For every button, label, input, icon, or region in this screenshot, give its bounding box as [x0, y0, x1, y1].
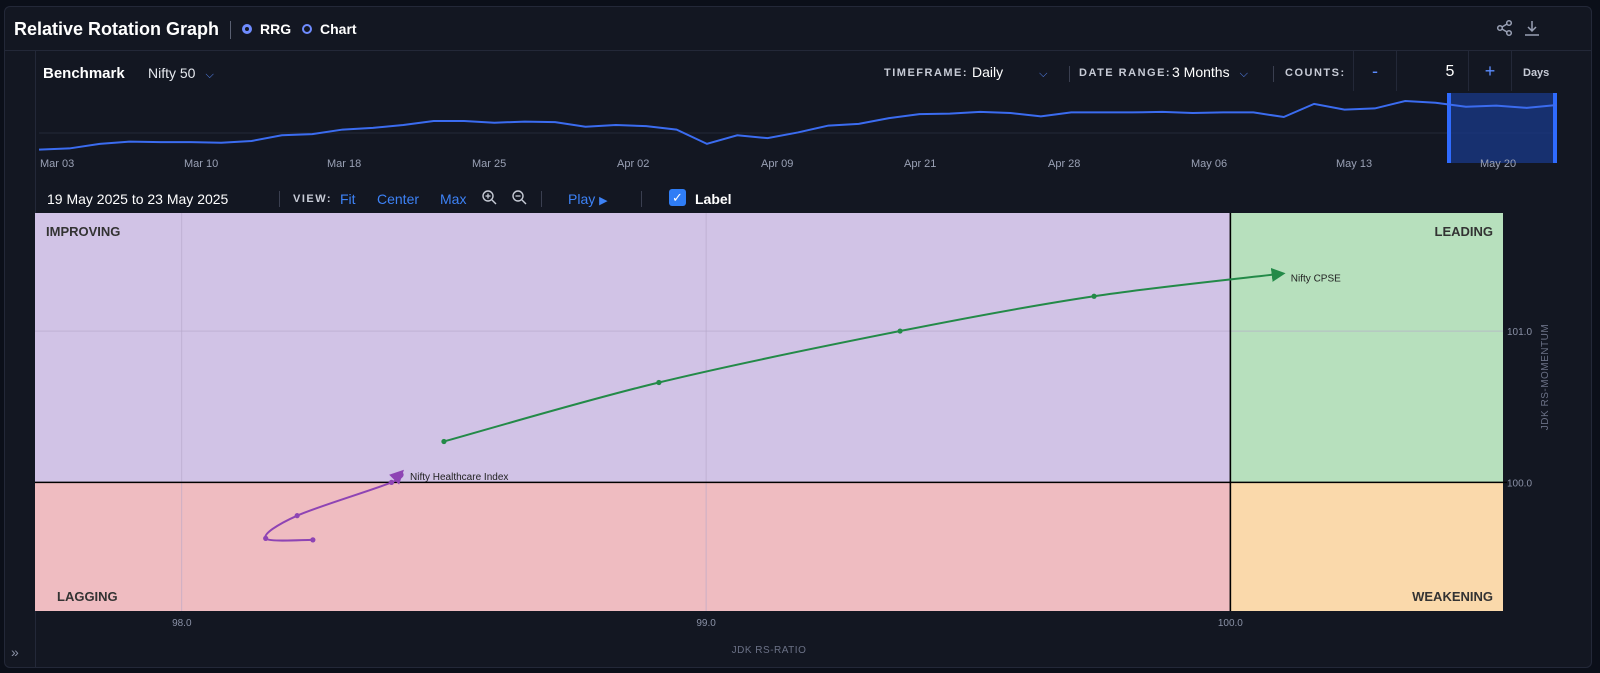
x-tick-label: 100.0	[1218, 618, 1243, 629]
series-label: Nifty Healthcare Index	[410, 472, 508, 483]
series-point[interactable]	[388, 479, 395, 485]
series-point[interactable]	[441, 438, 447, 445]
series-point[interactable]	[263, 535, 269, 541]
y-tick-label: 100.0	[1507, 478, 1532, 489]
quadrant-improving	[35, 213, 1231, 483]
quadrant-leading	[1230, 213, 1503, 483]
series-point[interactable]	[656, 379, 662, 386]
quadrant-label-weakening: WEAKENING	[1412, 589, 1493, 604]
quadrant-label-improving: IMPROVING	[46, 224, 120, 239]
series-point[interactable]	[897, 328, 903, 334]
series-point[interactable]	[294, 513, 300, 519]
quadrant-label-leading: LEADING	[1435, 224, 1494, 239]
rrg-panel: Relative Rotation Graph RRG Chart » Benc…	[4, 6, 1592, 668]
series-label: Nifty CPSE	[1291, 274, 1341, 285]
x-tick-label: 99.0	[696, 618, 716, 629]
y-axis-title: JDK RS-MOMENTUM	[1540, 324, 1551, 430]
rrg-chart: 98.0 99.0 100.0 100.0 101.0 IMPROVING LEADING L…	[35, 213, 1551, 656]
quadrant-label-lagging: LAGGING	[57, 589, 118, 604]
x-tick-label: 98.0	[172, 618, 192, 629]
y-tick-label: 101.0	[1507, 327, 1532, 338]
series-point[interactable]	[310, 537, 316, 543]
quadrant-lagging	[35, 482, 1231, 611]
series-point[interactable]	[1091, 293, 1097, 299]
x-axis-title: JDK RS-RATIO	[732, 645, 807, 656]
